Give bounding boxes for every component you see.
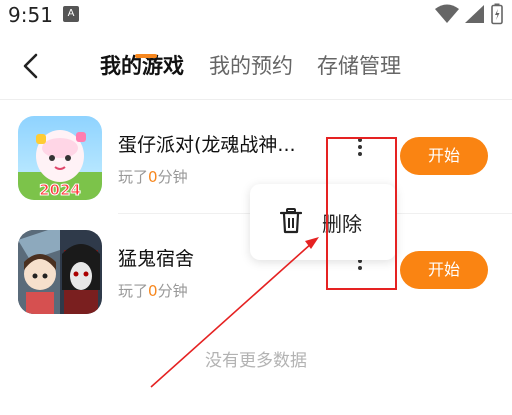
annotation-arrow — [150, 237, 319, 388]
